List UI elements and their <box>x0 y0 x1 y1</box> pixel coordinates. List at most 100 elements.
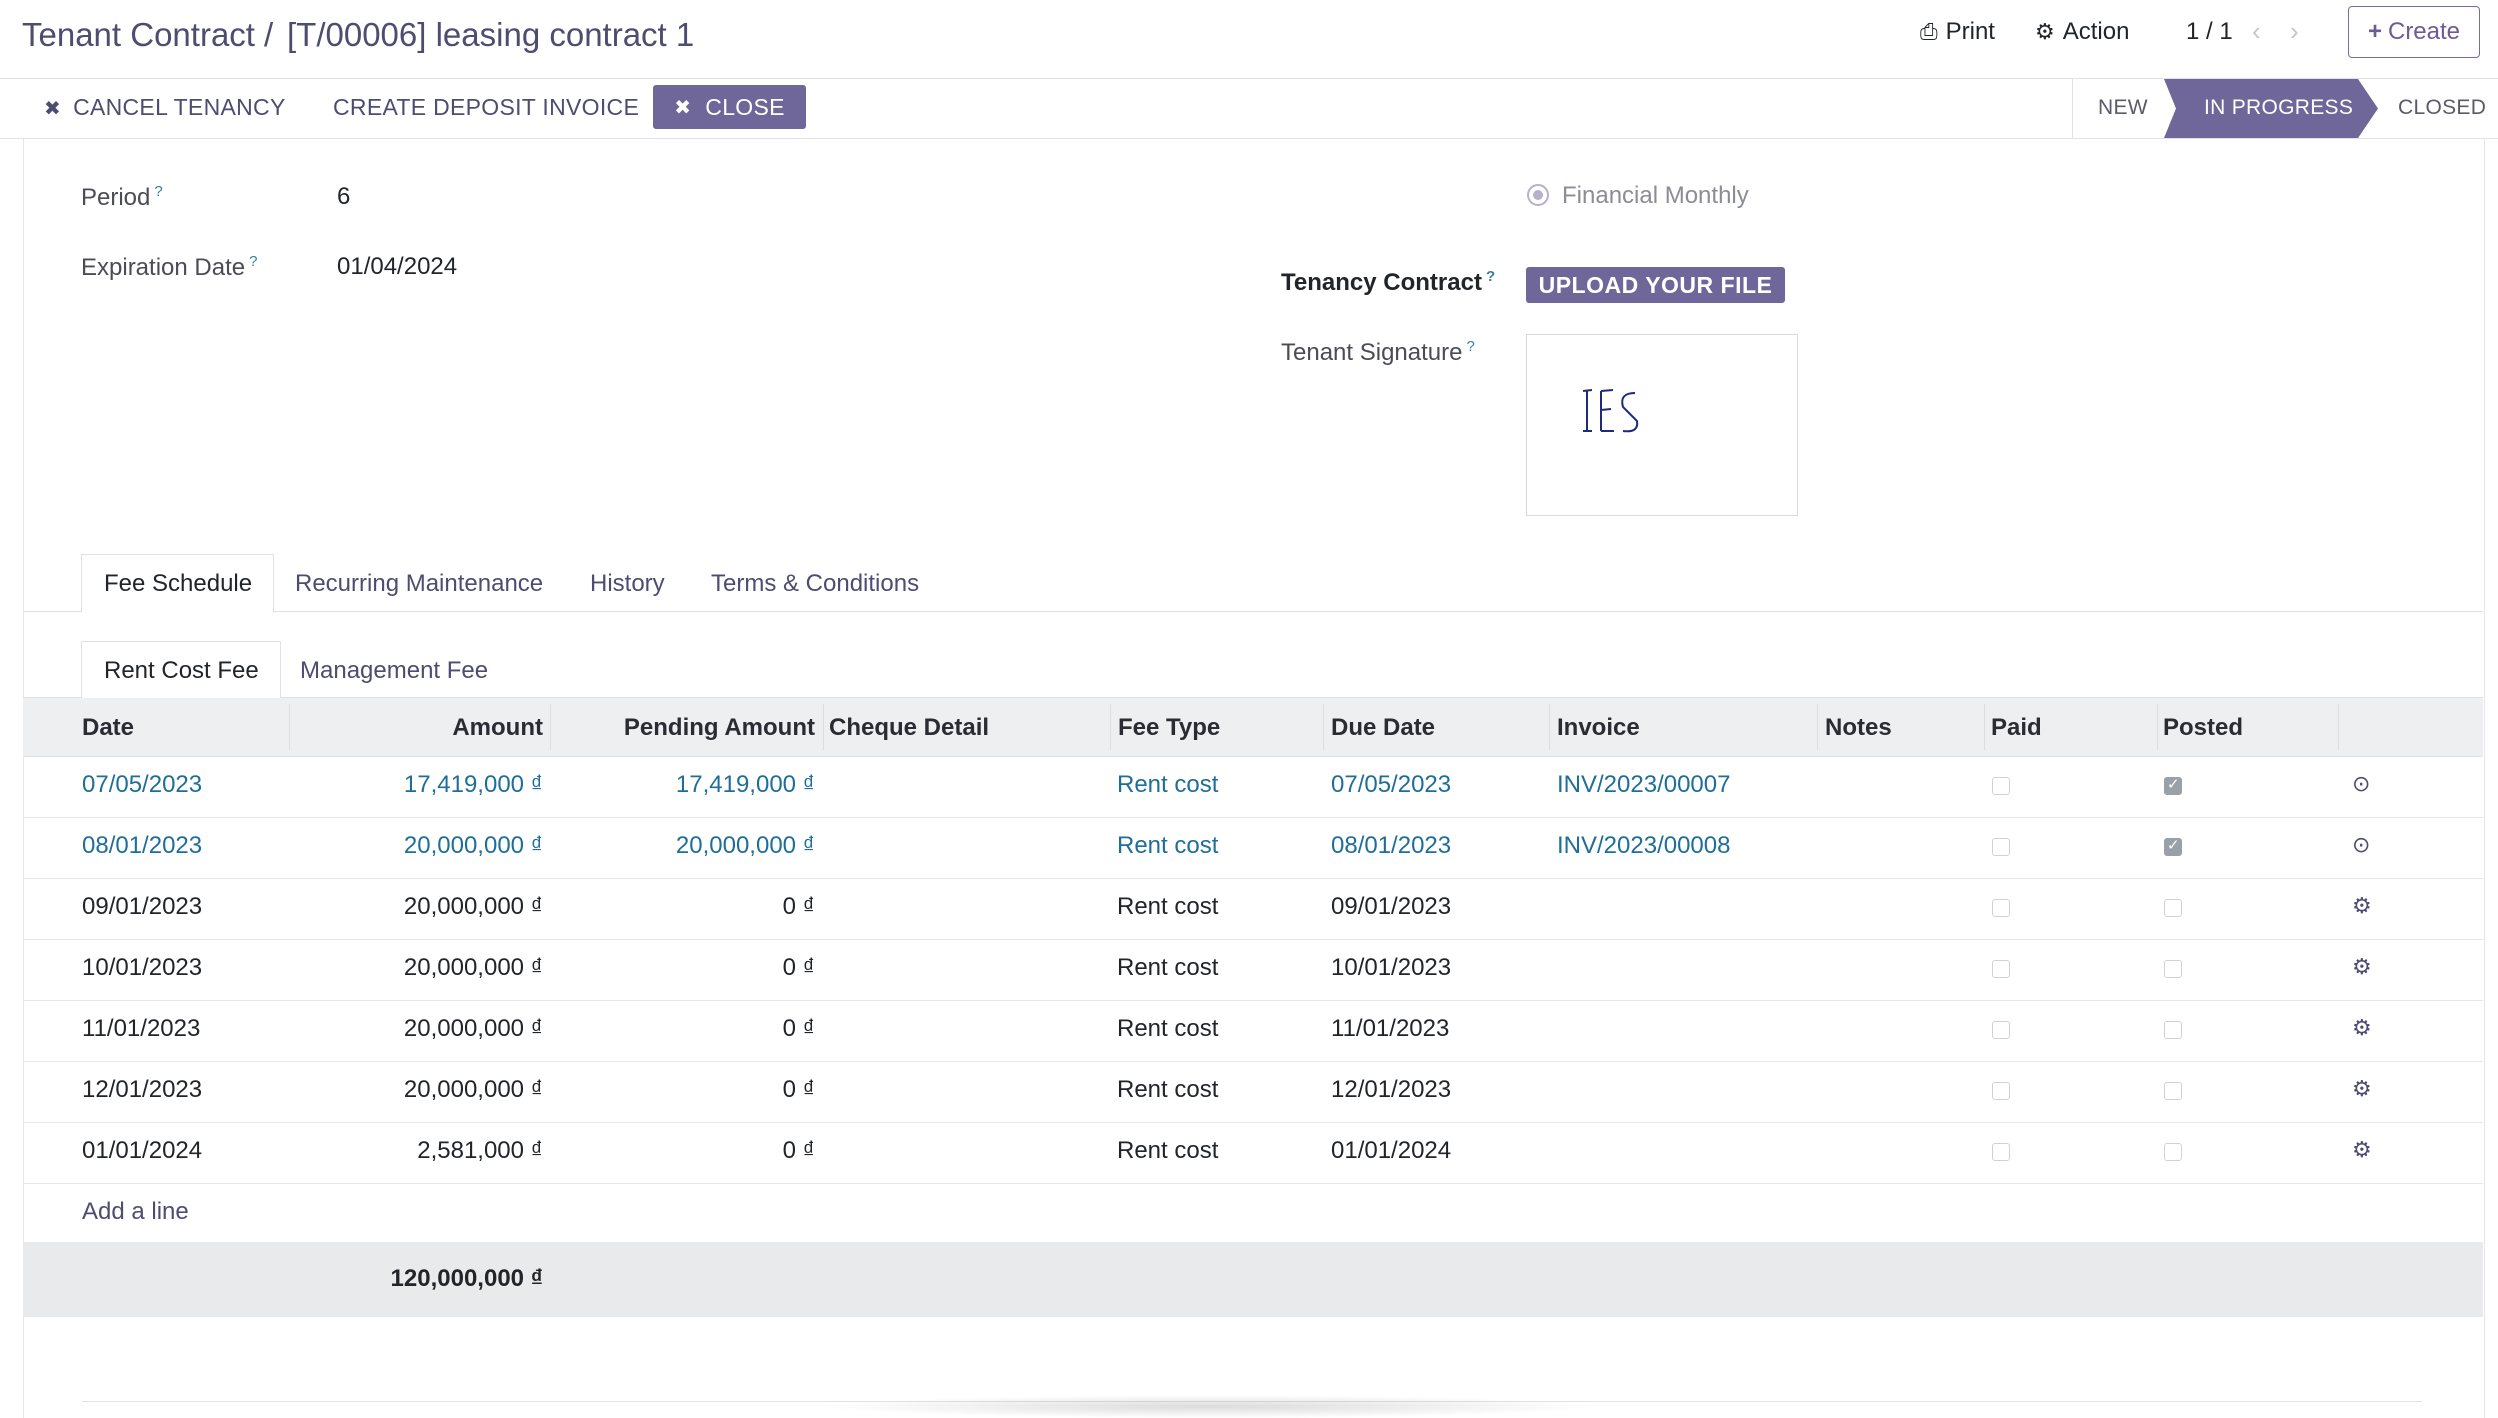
circle-arrow-icon[interactable]: ⊙ <box>2352 833 2370 858</box>
help-icon[interactable]: ? <box>1486 268 1495 285</box>
posted-checkbox[interactable] <box>2164 1021 2182 1039</box>
table-row[interactable] <box>23 1000 2483 1062</box>
cell-date[interactable]: 01/01/2024 <box>82 1137 202 1165</box>
subtab-rent-cost-fee[interactable]: Rent Cost Fee <box>104 657 259 685</box>
print-button[interactable]: ⎙ Print <box>1920 18 1995 46</box>
paid-checkbox[interactable] <box>1992 1143 2010 1161</box>
col-paid[interactable]: Paid <box>1991 714 2042 742</box>
cell-pending-amount[interactable]: 0 ₫ <box>783 893 815 921</box>
cell-due-date[interactable]: 09/01/2023 <box>1331 893 1451 921</box>
paid-checkbox[interactable] <box>1992 838 2010 856</box>
col-cheque-detail[interactable]: Cheque Detail <box>829 714 989 742</box>
cell-pending-amount[interactable]: 0 ₫ <box>783 1076 815 1104</box>
table-row[interactable] <box>23 939 2483 1001</box>
cell-date[interactable]: 11/01/2023 <box>82 1015 200 1043</box>
gear-icon[interactable]: ⚙ <box>2352 955 2372 980</box>
chevron-right-icon[interactable]: › <box>2290 16 2299 47</box>
cell-amount[interactable]: 20,000,000 ₫ <box>404 1076 543 1104</box>
stage-new[interactable]: NEW <box>2098 96 2148 120</box>
col-date[interactable]: Date <box>82 714 134 742</box>
col-fee-type[interactable]: Fee Type <box>1118 714 1220 742</box>
help-icon[interactable]: ? <box>1466 338 1474 355</box>
cell-invoice[interactable]: INV/2023/00008 <box>1557 832 1730 860</box>
gear-icon[interactable]: ⚙ <box>2352 1016 2372 1041</box>
cell-fee-type[interactable]: Rent cost <box>1117 1015 1218 1043</box>
posted-checkbox[interactable] <box>2164 1143 2182 1161</box>
cell-fee-type[interactable]: Rent cost <box>1117 1076 1218 1104</box>
table-row[interactable] <box>23 756 2483 818</box>
posted-checkbox[interactable] <box>2164 775 2182 795</box>
cell-pending-amount[interactable]: 0 ₫ <box>783 954 815 982</box>
cell-fee-type[interactable]: Rent cost <box>1117 771 1218 799</box>
cell-fee-type[interactable]: Rent cost <box>1117 832 1218 860</box>
cell-due-date[interactable]: 08/01/2023 <box>1331 832 1451 860</box>
pager-value[interactable]: 1 / 1 <box>2186 18 2233 46</box>
circle-arrow-icon[interactable]: ⊙ <box>2352 772 2370 797</box>
cell-amount[interactable]: 20,000,000 ₫ <box>404 832 543 860</box>
cell-date[interactable]: 07/05/2023 <box>82 771 202 799</box>
posted-checkbox[interactable] <box>2164 960 2182 978</box>
paid-checkbox[interactable] <box>1992 1021 2010 1039</box>
cell-date[interactable]: 10/01/2023 <box>82 954 202 982</box>
cell-date[interactable]: 12/01/2023 <box>82 1076 202 1104</box>
help-icon[interactable]: ? <box>249 253 257 270</box>
cell-invoice[interactable]: INV/2023/00007 <box>1557 771 1730 799</box>
cell-amount[interactable]: 20,000,000 ₫ <box>404 954 543 982</box>
stage-closed[interactable]: CLOSED <box>2398 96 2486 120</box>
col-invoice[interactable]: Invoice <box>1557 714 1640 742</box>
radio-financial-monthly[interactable] <box>1527 184 1549 206</box>
posted-checkbox[interactable] <box>2164 1082 2182 1100</box>
tab-recurring-maintenance[interactable]: Recurring Maintenance <box>295 570 543 598</box>
cell-due-date[interactable]: 11/01/2023 <box>1331 1015 1449 1043</box>
table-row[interactable] <box>23 1061 2483 1123</box>
cell-pending-amount[interactable]: 17,419,000 ₫ <box>676 771 815 799</box>
cell-amount[interactable]: 20,000,000 ₫ <box>404 1015 543 1043</box>
gear-icon[interactable]: ⚙ <box>2352 1077 2372 1102</box>
tab-terms-conditions[interactable]: Terms & Conditions <box>711 570 919 598</box>
col-pending-amount[interactable]: Pending Amount <box>624 714 815 742</box>
paid-checkbox[interactable] <box>1992 1082 2010 1100</box>
close-button[interactable]: ✖ CLOSE <box>653 85 806 129</box>
breadcrumb-parent[interactable]: Tenant Contract <box>22 16 255 54</box>
col-due-date[interactable]: Due Date <box>1331 714 1435 742</box>
cell-pending-amount[interactable]: 20,000,000 ₫ <box>676 832 815 860</box>
cell-due-date[interactable]: 01/01/2024 <box>1331 1137 1451 1165</box>
help-icon[interactable]: ? <box>154 183 162 200</box>
action-button[interactable]: ⚙ Action <box>2035 18 2129 46</box>
paid-checkbox[interactable] <box>1992 777 2010 795</box>
stage-in-progress[interactable]: IN PROGRESS <box>2204 96 2353 120</box>
tab-fee-schedule[interactable]: Fee Schedule <box>104 570 252 598</box>
cell-pending-amount[interactable]: 0 ₫ <box>783 1015 815 1043</box>
gear-icon[interactable]: ⚙ <box>2352 894 2372 919</box>
cell-date[interactable]: 08/01/2023 <box>82 832 202 860</box>
cell-date[interactable]: 09/01/2023 <box>82 893 202 921</box>
posted-checkbox[interactable] <box>2164 899 2182 917</box>
table-row[interactable] <box>23 817 2483 879</box>
cell-pending-amount[interactable]: 0 ₫ <box>783 1137 815 1165</box>
gear-icon[interactable]: ⚙ <box>2352 1138 2372 1163</box>
col-notes[interactable]: Notes <box>1825 714 1892 742</box>
cell-fee-type[interactable]: Rent cost <box>1117 1137 1218 1165</box>
table-row[interactable] <box>23 1122 2483 1184</box>
create-button[interactable]: + Create <box>2348 6 2480 58</box>
posted-checkbox[interactable] <box>2164 836 2182 856</box>
create-deposit-invoice-button[interactable]: CREATE DEPOSIT INVOICE <box>333 94 639 121</box>
cell-fee-type[interactable]: Rent cost <box>1117 954 1218 982</box>
signature-box[interactable] <box>1526 334 1798 516</box>
upload-file-button[interactable]: UPLOAD YOUR FILE <box>1526 267 1785 303</box>
cell-due-date[interactable]: 07/05/2023 <box>1331 771 1451 799</box>
paid-checkbox[interactable] <box>1992 899 2010 917</box>
table-row[interactable] <box>23 878 2483 940</box>
col-posted[interactable]: Posted <box>2163 714 2243 742</box>
add-line-link[interactable]: Add a line <box>82 1198 189 1226</box>
expiration-date-value[interactable]: 01/04/2024 <box>337 253 457 281</box>
cancel-tenancy-button[interactable]: ✖ CANCEL TENANCY <box>44 94 286 121</box>
period-value[interactable]: 6 <box>337 183 350 211</box>
cell-fee-type[interactable]: Rent cost <box>1117 893 1218 921</box>
cell-amount[interactable]: 20,000,000 ₫ <box>404 893 543 921</box>
cell-due-date[interactable]: 10/01/2023 <box>1331 954 1451 982</box>
col-amount[interactable]: Amount <box>452 714 543 742</box>
cell-amount[interactable]: 2,581,000 ₫ <box>417 1137 543 1165</box>
cell-due-date[interactable]: 12/01/2023 <box>1331 1076 1451 1104</box>
paid-checkbox[interactable] <box>1992 960 2010 978</box>
